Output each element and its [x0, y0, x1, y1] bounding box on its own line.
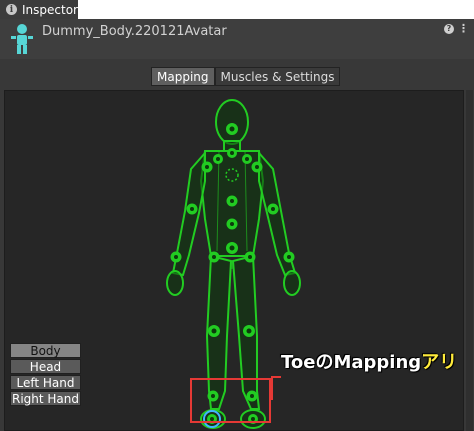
- joint-chest: [226, 195, 238, 207]
- info-icon: i: [6, 4, 17, 15]
- joint-right-hand: [283, 251, 295, 263]
- asset-title: Dummy_Body.220121Avatar: [42, 24, 227, 39]
- mode-tabs: Mapping Muscles & Settings: [151, 67, 341, 86]
- joint-left-upper-arm: [201, 161, 213, 173]
- joint-head: [226, 123, 238, 135]
- joint-left-hand: [170, 251, 182, 263]
- body-part-selector: Body Head Left Hand Right Hand: [10, 343, 81, 406]
- toe-highlight-box: [190, 378, 271, 423]
- joint-right-upper-arm: [251, 161, 263, 173]
- avatar-icon: [11, 24, 33, 54]
- callout-leader-line: [271, 376, 273, 400]
- joint-right-shoulder: [242, 154, 252, 164]
- tab-muscles-settings[interactable]: Muscles & Settings: [214, 67, 341, 86]
- joint-left-elbow: [186, 203, 198, 215]
- tab-inspector[interactable]: i Inspector: [0, 0, 78, 19]
- joint-spine: [226, 218, 238, 230]
- head-button[interactable]: Head: [10, 359, 81, 374]
- joint-right-knee: [243, 325, 255, 337]
- joint-hips: [226, 242, 238, 254]
- kebab-menu-icon[interactable]: ⋮: [458, 23, 469, 34]
- tab-strip: i Inspector: [0, 0, 474, 19]
- joint-left-shoulder: [213, 154, 223, 164]
- question-icon[interactable]: ?: [444, 24, 454, 34]
- joint-right-elbow: [267, 203, 279, 215]
- left-hand-button[interactable]: Left Hand: [10, 375, 81, 390]
- joint-right-upper-leg: [244, 251, 256, 263]
- body-button[interactable]: Body: [10, 343, 81, 358]
- annotation-highlight-text: アリ: [421, 352, 458, 373]
- tab-inspector-label: Inspector: [22, 2, 78, 17]
- joint-neck: [227, 148, 237, 158]
- joint-left-knee: [208, 325, 220, 337]
- tab-mapping[interactable]: Mapping: [151, 67, 215, 86]
- right-hand-button[interactable]: Right Hand: [10, 391, 81, 406]
- annotation-main-text: ToeのMapping: [281, 352, 422, 373]
- inspector-header: Dummy_Body.220121Avatar ? ⋮: [0, 19, 474, 59]
- callout-leader-line-horizontal: [271, 376, 281, 378]
- toe-mapping-annotation: ToeのMappingアリ: [281, 348, 457, 374]
- vertical-scrollbar[interactable]: [466, 90, 473, 431]
- joint-left-upper-leg: [208, 251, 220, 263]
